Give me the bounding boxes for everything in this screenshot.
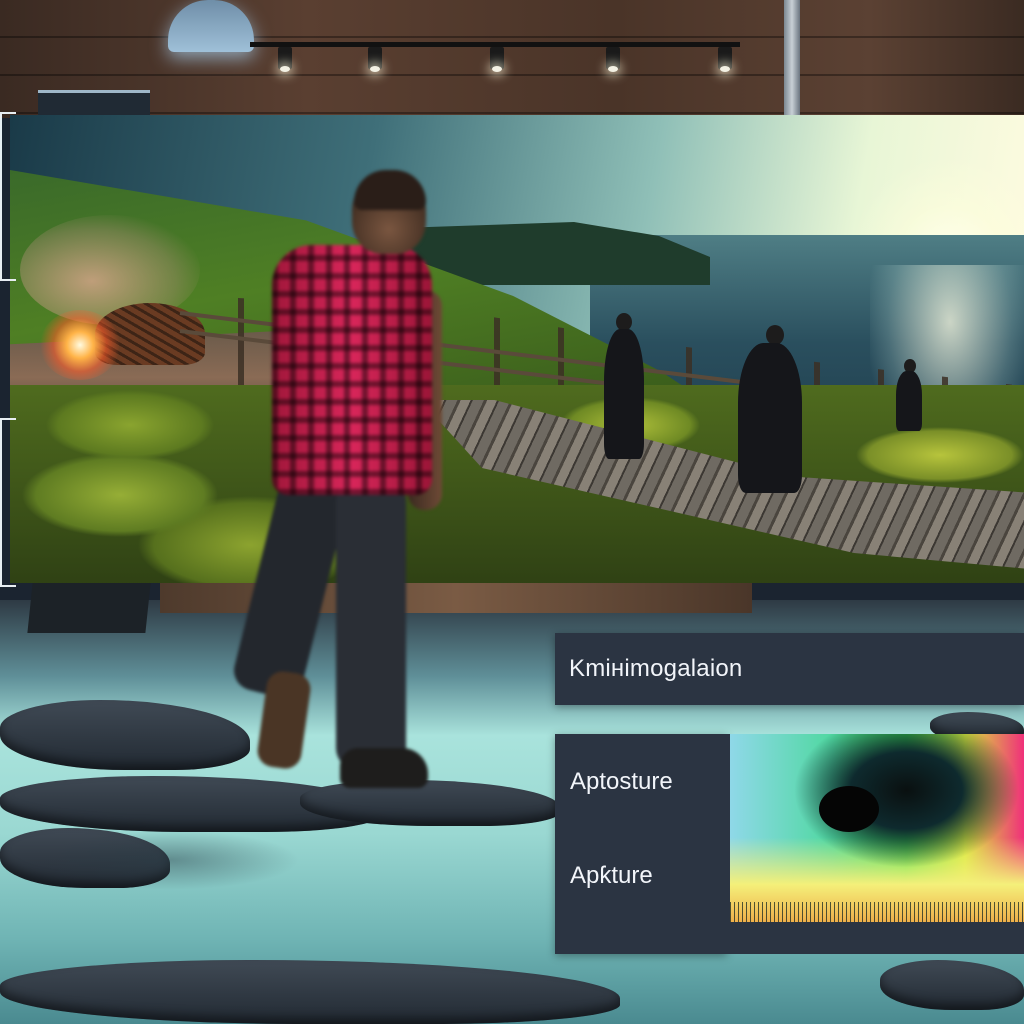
- display-bracket: [0, 112, 16, 281]
- spotlight-icon: [606, 47, 620, 72]
- walker-head: [766, 325, 784, 345]
- walker-figure: [738, 343, 802, 493]
- walker-figure: [896, 371, 922, 431]
- spotlight-icon: [718, 47, 732, 72]
- display-bracket: [0, 418, 16, 587]
- water-reflection: [40, 830, 300, 890]
- ceiling-pipe: [784, 0, 800, 116]
- label-top: Aptosture: [570, 768, 673, 795]
- preview-panel: [727, 734, 1024, 954]
- dark-cabinet: [27, 583, 151, 633]
- landscape-display: [10, 115, 1024, 583]
- labels-panel: Aptosture Apƙture: [555, 734, 727, 954]
- label-bottom: Apƙture: [570, 862, 653, 889]
- bonfire-glow: [40, 310, 120, 380]
- ceiling-wood-panels: [0, 0, 1024, 118]
- gradient-ticks: [730, 902, 1024, 922]
- title-panel: Kmінimogalaion: [555, 633, 1024, 705]
- walker-figure: [604, 329, 644, 459]
- spotlight-icon: [490, 47, 504, 72]
- spotlight-icon: [278, 47, 292, 72]
- dark-dot: [819, 786, 879, 832]
- wooden-shelf: [160, 583, 752, 613]
- spotlight-icon: [368, 47, 382, 72]
- panel-title: Kmінimogalaion: [569, 655, 743, 682]
- color-gradient-preview: [730, 734, 1024, 922]
